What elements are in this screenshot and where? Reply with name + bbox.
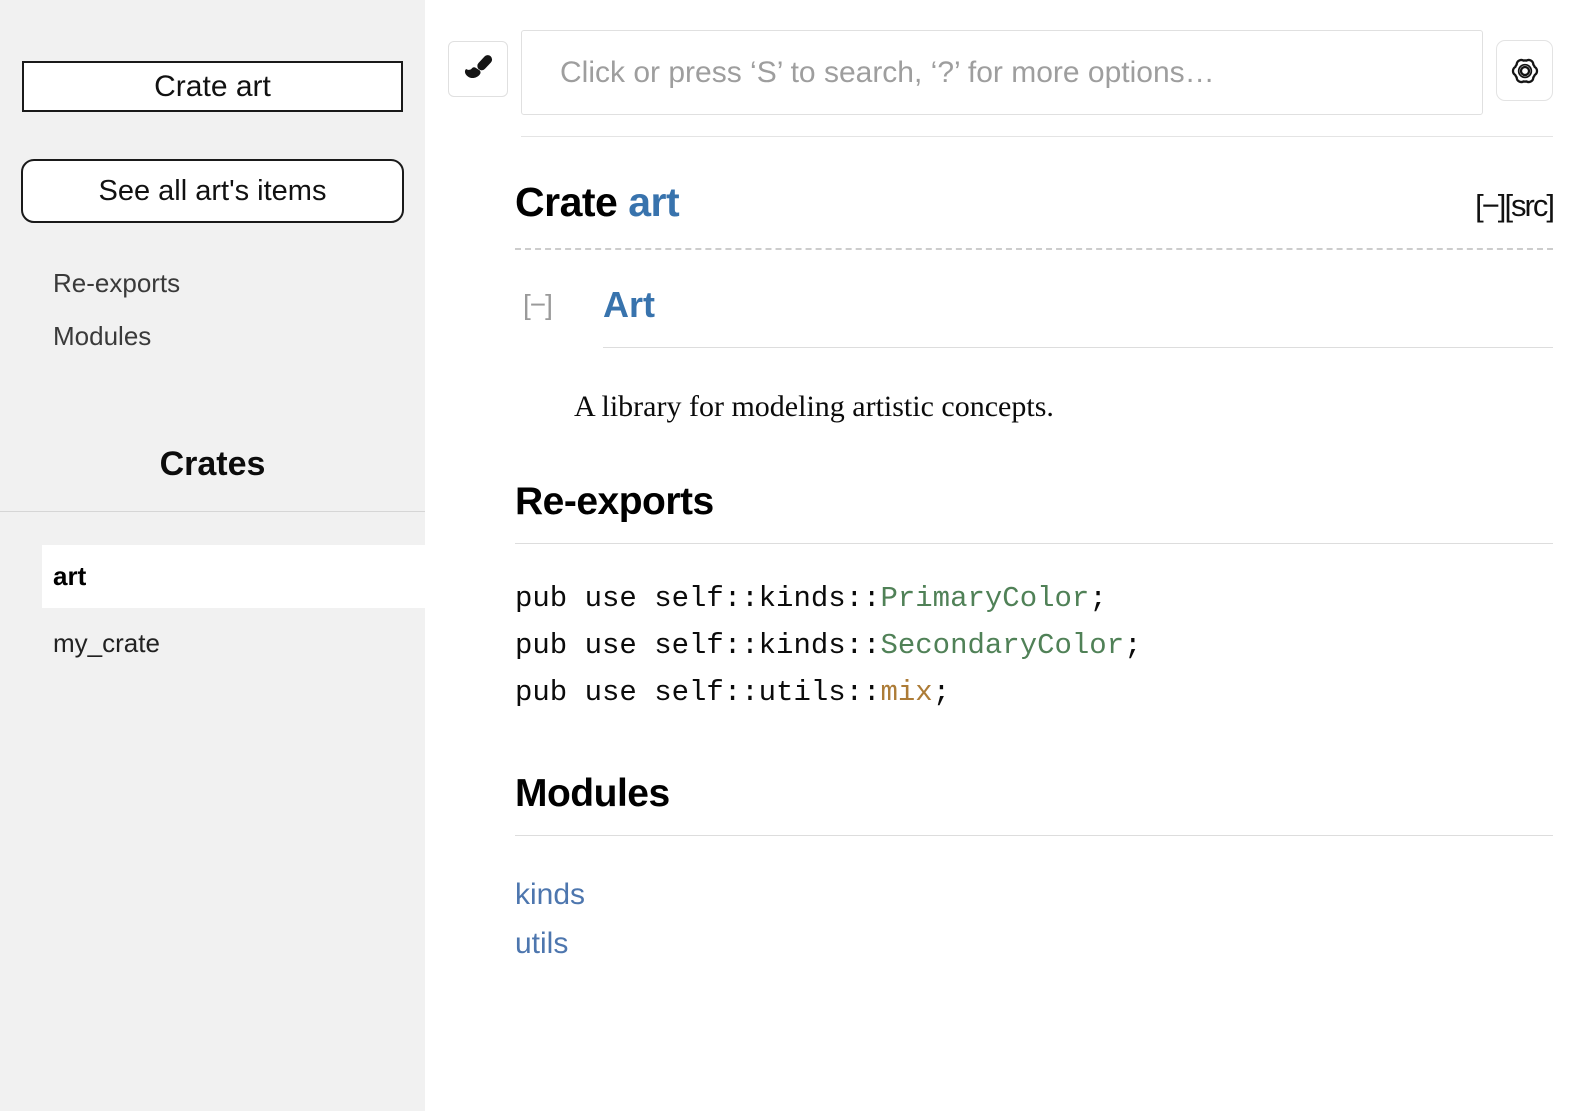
primarycolor-link[interactable]: PrimaryColor bbox=[880, 582, 1089, 615]
code-line: pub use self::kinds::PrimaryColor; bbox=[515, 575, 1553, 622]
sidebar-crate-logo-label: Crate art bbox=[154, 70, 271, 104]
theme-picker-button[interactable] bbox=[448, 41, 508, 97]
paintbrush-icon bbox=[458, 49, 498, 89]
code-text: ; bbox=[1089, 582, 1106, 615]
topbar bbox=[425, 0, 1584, 115]
see-all-items-button[interactable]: See all art's items bbox=[21, 159, 404, 223]
code-text: ; bbox=[1124, 629, 1141, 662]
crates-divider bbox=[0, 511, 425, 512]
doc-section: [−] Art A library for modeling artistic … bbox=[515, 284, 1553, 424]
see-all-items-label: See all art's items bbox=[99, 175, 327, 208]
reexports-code-block: pub use self::kinds::PrimaryColor;pub us… bbox=[515, 575, 1553, 716]
reexports-heading: Re-exports bbox=[515, 480, 1553, 544]
code-line: pub use self::kinds::SecondaryColor; bbox=[515, 622, 1553, 669]
module-link-kinds[interactable]: kinds bbox=[515, 870, 1553, 919]
search-input[interactable] bbox=[521, 30, 1483, 115]
crate-list-item-art[interactable]: art bbox=[42, 545, 425, 608]
src-link[interactable]: [src] bbox=[1504, 188, 1553, 223]
page-title: Crate art bbox=[515, 179, 679, 226]
collapse-all-toggle[interactable]: [−] bbox=[1475, 188, 1504, 223]
module-links: kinds utils bbox=[515, 870, 1553, 968]
sidebar-crate-logo-link[interactable]: Crate art bbox=[22, 61, 403, 112]
page-title-crate-link[interactable]: art bbox=[628, 179, 679, 225]
sidebar-item-modules[interactable]: Modules bbox=[0, 310, 425, 363]
doc-collapse-toggle[interactable]: [−] bbox=[523, 289, 552, 321]
sidebar-item-reexports[interactable]: Re-exports bbox=[0, 257, 425, 310]
doc-description: A library for modeling artistic concepts… bbox=[574, 390, 1553, 424]
docblock: Art A library for modeling artistic conc… bbox=[574, 284, 1553, 424]
content: Crate art [−][src] [−] Art A library for… bbox=[425, 179, 1584, 968]
code-line: pub use self::utils::mix; bbox=[515, 669, 1553, 716]
topbar-divider bbox=[521, 136, 1553, 137]
secondarycolor-link[interactable]: SecondaryColor bbox=[880, 629, 1124, 662]
mix-link[interactable]: mix bbox=[880, 676, 932, 709]
crate-list: art my_crate bbox=[0, 545, 425, 672]
header-dotted-divider bbox=[515, 248, 1553, 250]
settings-button[interactable] bbox=[1496, 40, 1553, 101]
crate-list-item-my-crate[interactable]: my_crate bbox=[0, 615, 425, 672]
doc-title-link[interactable]: Art bbox=[603, 284, 1553, 348]
code-text: pub use self::kinds:: bbox=[515, 582, 880, 615]
sidebar-section-links: Re-exports Modules bbox=[0, 257, 425, 363]
modules-heading: Modules bbox=[515, 772, 1553, 836]
code-text: ; bbox=[933, 676, 950, 709]
main-area: Crate art [−][src] [−] Art A library for… bbox=[425, 0, 1584, 1111]
header-controls: [−][src] bbox=[1475, 188, 1553, 224]
sidebar: Crate art See all art's items Re-exports… bbox=[0, 0, 425, 1111]
code-text: pub use self::utils:: bbox=[515, 676, 880, 709]
page-title-prefix: Crate bbox=[515, 179, 617, 225]
crates-heading: Crates bbox=[0, 445, 425, 484]
code-text: pub use self::kinds:: bbox=[515, 629, 880, 662]
crate-header: Crate art [−][src] bbox=[515, 179, 1553, 226]
module-link-utils[interactable]: utils bbox=[515, 919, 1553, 968]
gear-icon bbox=[1502, 48, 1548, 94]
